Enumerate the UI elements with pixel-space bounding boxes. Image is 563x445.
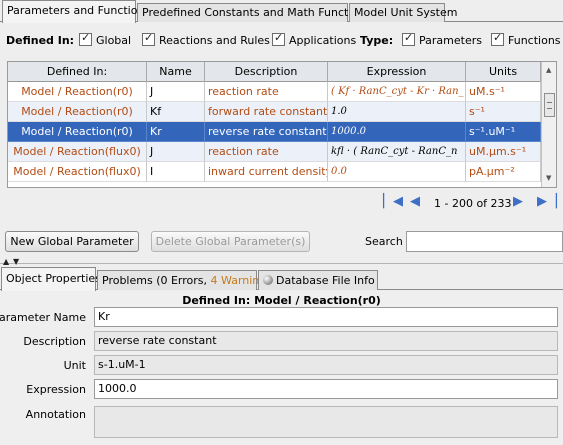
top-tab-bar: Parameters and Functions Predefined Cons… [0, 0, 563, 23]
table-row-selected[interactable]: Model / Reaction(r0) Kr reverse rate const… [8, 122, 541, 142]
name-cell: Kf [147, 102, 205, 122]
type-label: Type: [360, 34, 394, 47]
parameter-name-field[interactable]: Kr [94, 307, 558, 327]
scroll-up-arrow-icon[interactable]: ▲ [546, 66, 551, 74]
bottom-tab-bar: Object Properties Problems (0 Errors, 4 … [0, 267, 563, 291]
search-input[interactable] [406, 231, 563, 252]
functions-checkbox-label: Functions [508, 34, 561, 47]
global-checkbox-label: Global [96, 34, 132, 47]
first-page-icon[interactable]: ▏◀ [383, 194, 403, 209]
scrollbar-thumb[interactable] [544, 93, 555, 117]
name-cell: Kr [147, 122, 205, 142]
parameters-checkbox[interactable] [402, 31, 415, 46]
delete-global-parameter-button[interactable]: Delete Global Parameter(s) [151, 231, 310, 252]
expression-field[interactable]: 1000.0 [94, 379, 558, 399]
table-row[interactable]: Model / Reaction(r0) Jreaction rate( Kf ·… [8, 82, 541, 102]
annotation-field [94, 406, 558, 438]
table-row[interactable]: Model / Reaction(r0) Kf forward rate const… [8, 102, 541, 122]
tab-predefined-constants[interactable]: Predefined Constants and Math Functions [137, 3, 371, 22]
name-cell: J [147, 142, 205, 162]
last-page-icon[interactable]: ▶▕ [537, 194, 557, 209]
functions-checkbox[interactable] [491, 31, 504, 46]
search-label: Search [365, 235, 403, 248]
parameter-name-label: Parameter Name [0, 311, 86, 324]
expression-cell: 1000.0 [328, 122, 466, 142]
table-row[interactable]: Model / Reaction(flux0) Jreaction rate kfl… [8, 142, 541, 162]
column-header-expression[interactable]: Expression [328, 62, 466, 82]
defined-in-cell: Model / Reaction(r0) [8, 122, 147, 142]
tab-database-file-info[interactable]: Database File Info [258, 270, 378, 290]
description-cell: reverse rate constant [205, 122, 328, 142]
description-label: Description [23, 335, 86, 348]
splitter-up-arrow-icon[interactable]: ▲ [3, 257, 9, 266]
unit-label: Unit [63, 359, 86, 372]
applications-checkbox-label: Applications [289, 34, 357, 47]
annotation-label: Annotation [25, 408, 86, 421]
column-header-name[interactable]: Name [147, 62, 205, 82]
defined-in-cell: Model / Reaction(r0) [8, 102, 147, 122]
table-vertical-scrollbar[interactable]: ▲ ▼ [541, 62, 556, 187]
tab-problems[interactable]: Problems (0 Errors, 4 Warnings) [97, 270, 276, 290]
units-cell: uM.μm.s⁻¹ [466, 142, 541, 162]
expression-label: Expression [26, 383, 86, 396]
applications-checkbox[interactable] [272, 31, 285, 46]
next-page-icon[interactable]: ▶ [513, 194, 523, 209]
column-header-units[interactable]: Units [466, 62, 541, 82]
database-icon [263, 275, 273, 285]
units-cell: pA.μm⁻² [466, 162, 541, 182]
reactions-rules-checkbox-label: Reactions and Rules [159, 34, 270, 47]
parameters-table: Defined In: Name Description Expression … [7, 61, 557, 188]
expression-cell: kfl · ( RanC_cyt - RanC_n [328, 142, 466, 162]
properties-title: Defined In: Model / Reaction(r0) [182, 294, 381, 307]
column-header-description[interactable]: Description [205, 62, 328, 82]
defined-in-label: Defined In: [6, 34, 75, 47]
units-cell: s⁻¹.uM⁻¹ [466, 122, 541, 142]
name-cell: J [147, 82, 205, 102]
name-cell: I [147, 162, 205, 182]
tab-object-properties[interactable]: Object Properties [1, 267, 101, 291]
new-global-parameter-button[interactable]: New Global Parameter [5, 231, 139, 252]
table-row[interactable]: Model / Reaction(flux0) Iinward current d… [8, 162, 541, 182]
scroll-down-arrow-icon[interactable]: ▼ [546, 174, 551, 182]
description-cell: inward current density [205, 162, 328, 182]
object-properties-panel: Defined In: Model / Reaction(r0) Paramet… [0, 291, 563, 445]
expression-cell: ( Kf · RanC_cyt - Kr · Ran_ [328, 82, 466, 102]
problems-tab-prefix: Problems (0 Errors, [102, 274, 211, 287]
units-cell: s⁻¹ [466, 102, 541, 122]
units-cell: uM.s⁻¹ [466, 82, 541, 102]
defined-in-cell: Model / Reaction(flux0) [8, 142, 147, 162]
table-header: Defined In: Name Description Expression … [8, 62, 541, 82]
description-cell: reaction rate [205, 142, 328, 162]
pager-range-text: 1 - 200 of 233 [434, 197, 512, 210]
defined-in-cell: Model / Reaction(flux0) [8, 162, 147, 182]
filter-row: Defined In: Global Reactions and Rules A… [0, 30, 563, 52]
description-cell: reaction rate [205, 82, 328, 102]
expression-cell: 0.0 [328, 162, 466, 182]
global-checkbox[interactable] [79, 31, 92, 46]
tab-model-unit-system[interactable]: Model Unit System [349, 3, 457, 22]
database-tab-label: Database File Info [276, 274, 375, 287]
tab-parameters-and-functions[interactable]: Parameters and Functions [2, 0, 150, 23]
unit-field: s-1.uM-1 [94, 355, 558, 375]
column-header-defined-in[interactable]: Defined In: [8, 62, 147, 82]
description-cell: forward rate constant [205, 102, 328, 122]
defined-in-cell: Model / Reaction(r0) [8, 82, 147, 102]
previous-page-icon[interactable]: ◀ [410, 194, 420, 209]
reactions-rules-checkbox[interactable] [142, 31, 155, 46]
description-field: reverse rate constant [94, 331, 558, 351]
parameters-checkbox-label: Parameters [419, 34, 482, 47]
splitter-down-arrow-icon[interactable]: ▼ [13, 257, 19, 266]
panel-splitter[interactable]: ▲ ▼ [0, 257, 563, 266]
expression-cell: 1.0 [328, 102, 466, 122]
